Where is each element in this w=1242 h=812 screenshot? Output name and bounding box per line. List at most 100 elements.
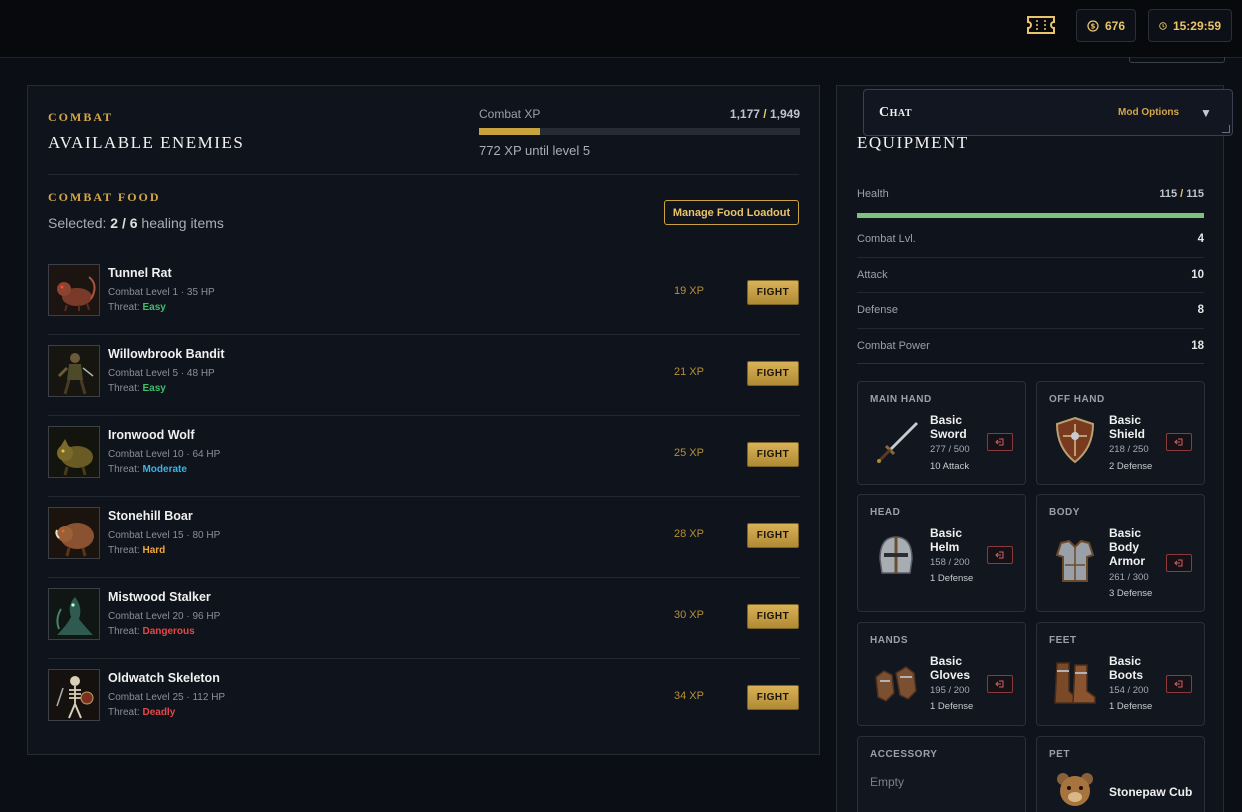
item-name: Basic Sword xyxy=(930,413,967,441)
fight-button[interactable]: FIGHT xyxy=(747,361,799,386)
item-durability: 154 / 200 xyxy=(1109,685,1149,696)
enemy-meta: Combat Level 5 · 48 HP xyxy=(108,368,215,379)
resize-handle[interactable] xyxy=(1222,125,1230,133)
unequip-button[interactable] xyxy=(987,433,1013,451)
combat-xp-bar xyxy=(479,128,800,135)
combat-xp-label: Combat XP xyxy=(479,107,541,121)
stat-row: Defense 8 xyxy=(857,293,1204,329)
ticket-icon[interactable] xyxy=(1026,14,1056,36)
chat-toggle-icon[interactable]: ▼ xyxy=(1200,106,1212,120)
coin-icon: $ xyxy=(1087,19,1099,32)
combat-xp-values: 1,177 / 1,949 xyxy=(729,107,800,121)
unequip-button[interactable] xyxy=(1166,433,1192,451)
unequip-icon xyxy=(995,551,1004,559)
coins-counter[interactable]: $ 676 xyxy=(1076,9,1136,42)
health-label: Health xyxy=(857,188,889,200)
equipment-panel: Equipment Health 115 / 115 Combat Lvl. 4 … xyxy=(836,85,1224,812)
enemy-meta: Combat Level 25 · 112 HP xyxy=(108,692,226,703)
enemy-list: Tunnel Rat Combat Level 1 · 35 HP Threat… xyxy=(48,254,800,740)
enemy-name: Ironwood Wolf xyxy=(108,428,195,442)
chat-widget[interactable]: Chat Mod Options ▼ xyxy=(863,89,1233,136)
slot-label: BODY xyxy=(1049,507,1080,518)
clock-value: 15:29:59 xyxy=(1172,18,1221,33)
item-durability: 218 / 250 xyxy=(1109,444,1149,455)
bear-cub-icon xyxy=(1057,773,1093,806)
enemy-xp-reward: 30 XP xyxy=(674,609,704,621)
slot-pet[interactable]: PET Stonepaw Cub xyxy=(1036,736,1205,812)
combat-food-header: Combat Food Selected: 2 / 6 healing item… xyxy=(48,190,224,231)
fight-button[interactable]: FIGHT xyxy=(747,442,799,467)
combat-kicker: Combat xyxy=(48,110,114,124)
enemy-row: Willowbrook Bandit Combat Level 5 · 48 H… xyxy=(48,335,800,416)
unequip-button[interactable] xyxy=(987,675,1013,693)
boots-icon xyxy=(1054,662,1096,704)
equipment-title: Equipment xyxy=(857,133,969,152)
stat-value: 18 xyxy=(1191,339,1204,352)
slot-feet[interactable]: FEET Basic Boots 154 / 200 1 Defense xyxy=(1036,622,1205,726)
unequip-icon xyxy=(1174,680,1183,688)
stat-value: 4 xyxy=(1197,233,1204,246)
combat-header: Combat Available Enemies xyxy=(48,110,244,153)
enemy-threat: Threat: Hard xyxy=(108,545,166,556)
enemy-meta: Combat Level 15 · 80 HP xyxy=(108,530,221,541)
unequip-icon xyxy=(995,680,1004,688)
combat-xp-block: Combat XP 1,177 / 1,949 772 XP until lev… xyxy=(479,107,800,158)
unequip-icon xyxy=(995,438,1004,446)
unequip-button[interactable] xyxy=(987,546,1013,564)
fight-button[interactable]: FIGHT xyxy=(747,280,799,305)
enemy-xp-reward: 28 XP xyxy=(674,528,704,540)
slot-off-hand[interactable]: OFF HAND Basic Shield 218 / 250 2 Defens… xyxy=(1036,381,1205,485)
item-bonus: 10 Attack xyxy=(930,461,970,472)
enemy-name: Stonehill Boar xyxy=(108,509,193,523)
combat-panel: Combat Available Enemies Combat XP 1,177… xyxy=(27,85,820,755)
hidden-header-button[interactable] xyxy=(1129,57,1225,63)
unequip-button[interactable] xyxy=(1166,554,1192,572)
top-bar: $ 676 15:29:59 xyxy=(0,0,1242,58)
enemy-xp-reward: 34 XP xyxy=(674,690,704,702)
enemy-meta: Combat Level 10 · 64 HP xyxy=(108,449,221,460)
item-durability: 277 / 500 xyxy=(930,444,970,455)
slot-head[interactable]: HEAD Basic Helm 158 / 200 1 Defense xyxy=(857,494,1026,612)
tunnel-rat-portrait xyxy=(48,264,100,316)
stat-label: Attack xyxy=(857,268,888,281)
threat-level: Easy xyxy=(142,302,166,313)
mod-options-button[interactable]: Mod Options xyxy=(1118,107,1179,118)
item-name: Basic Gloves xyxy=(930,654,971,682)
armor-icon xyxy=(1055,539,1095,582)
enemy-threat: Threat: Moderate xyxy=(108,464,187,475)
enemy-xp-reward: 19 XP xyxy=(674,285,704,297)
manage-food-loadout-button[interactable]: Manage Food Loadout xyxy=(664,200,799,225)
slot-label: MAIN HAND xyxy=(870,394,932,405)
svg-text:$: $ xyxy=(1091,22,1096,30)
fight-button[interactable]: FIGHT xyxy=(747,523,799,548)
threat-level: Easy xyxy=(142,383,166,394)
stat-label: Defense xyxy=(857,304,898,317)
fight-button[interactable]: FIGHT xyxy=(747,604,799,629)
enemy-row: Mistwood Stalker Combat Level 20 · 96 HP… xyxy=(48,578,800,659)
slot-hands[interactable]: HANDS Basic Gloves 195 / 200 1 Defense xyxy=(857,622,1026,726)
slot-label: ACCESSORY xyxy=(870,749,938,760)
slot-main-hand[interactable]: MAIN HAND Basic Sword 277 / 500 10 Attac… xyxy=(857,381,1026,485)
fight-button[interactable]: FIGHT xyxy=(747,685,799,710)
slot-body[interactable]: BODY Basic Body Armor 261 / 300 3 Defens… xyxy=(1036,494,1205,612)
enemy-name: Oldwatch Skeleton xyxy=(108,671,220,685)
combat-xp-fill xyxy=(479,128,540,135)
gloves-icon xyxy=(875,666,917,702)
slot-label: OFF HAND xyxy=(1049,394,1105,405)
stonehill-boar-portrait xyxy=(48,507,100,559)
enemy-meta: Combat Level 1 · 35 HP xyxy=(108,287,215,298)
slot-accessory[interactable]: ACCESSORY Empty xyxy=(857,736,1026,812)
enemy-threat: Threat: Easy xyxy=(108,302,166,313)
clock-icon xyxy=(1159,21,1167,30)
clock-display[interactable]: 15:29:59 xyxy=(1148,9,1232,42)
sword-icon xyxy=(877,422,918,463)
unequip-button[interactable] xyxy=(1166,675,1192,693)
item-durability: 195 / 200 xyxy=(930,685,970,696)
health-value: 115 / 115 xyxy=(1159,188,1204,200)
stat-row: Combat Power 18 xyxy=(857,329,1204,364)
enemy-name: Willowbrook Bandit xyxy=(108,347,225,361)
combat-food-kicker: Combat Food xyxy=(48,190,161,204)
oldwatch-skeleton-portrait xyxy=(48,669,100,721)
item-durability: 158 / 200 xyxy=(930,557,970,568)
willowbrook-bandit-portrait xyxy=(48,345,100,397)
